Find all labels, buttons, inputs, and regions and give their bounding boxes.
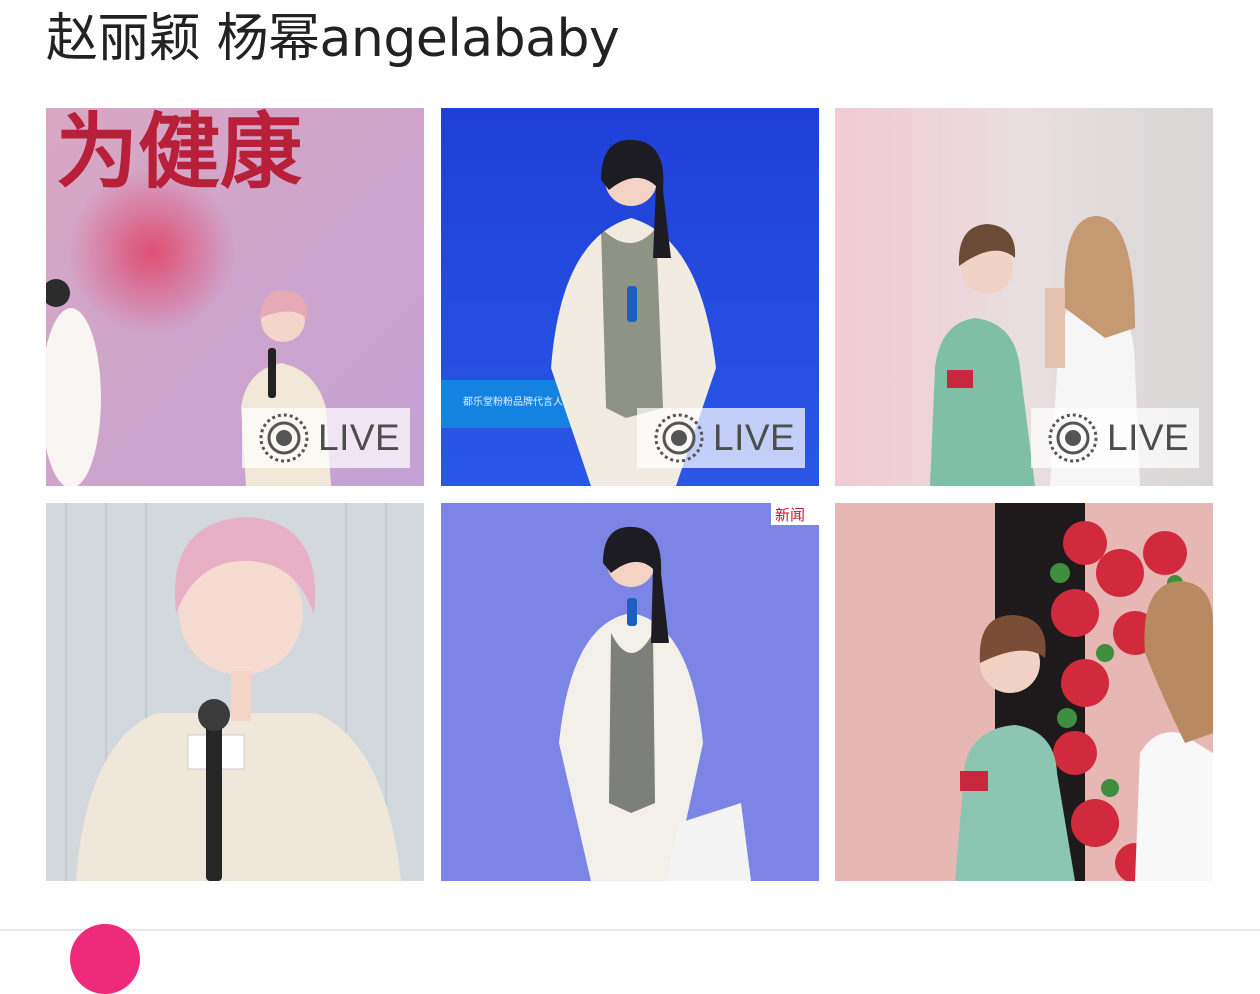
photo-tile[interactable]: 新闻 (441, 503, 819, 881)
photo-tile[interactable]: LIVE (835, 108, 1213, 486)
screen-caption: 都乐堂粉粉品牌代言人 (463, 395, 563, 408)
photo-tile[interactable]: 为健康 LIVE (46, 108, 424, 486)
photo-tile[interactable] (46, 503, 424, 881)
photo-image (46, 503, 424, 881)
live-photo-icon (259, 413, 309, 463)
live-badge: LIVE (242, 408, 410, 468)
photo-tile[interactable]: 都乐堂粉粉品牌代言人 LIVE (441, 108, 819, 486)
live-label: LIVE (318, 417, 401, 458)
backdrop-text: 为健康 (56, 108, 302, 200)
live-badge: LIVE (1031, 408, 1199, 468)
live-label: LIVE (1107, 417, 1190, 458)
photo-grid: 为健康 LIVE 都乐堂粉粉品牌代言人 LIVE LIVE 新闻 (46, 108, 1214, 881)
photo-tile[interactable] (835, 503, 1213, 881)
live-photo-icon (1048, 413, 1098, 463)
post-text: 赵丽颖 杨幂angelababy (46, 9, 620, 69)
divider (0, 929, 1260, 931)
photo-image (835, 503, 1213, 881)
avatar[interactable] (70, 924, 140, 994)
live-badge: LIVE (637, 408, 805, 468)
live-photo-icon (654, 413, 704, 463)
live-label: LIVE (713, 417, 796, 458)
photo-image: 新闻 (441, 503, 819, 881)
corner-tag: 新闻 (775, 506, 805, 524)
